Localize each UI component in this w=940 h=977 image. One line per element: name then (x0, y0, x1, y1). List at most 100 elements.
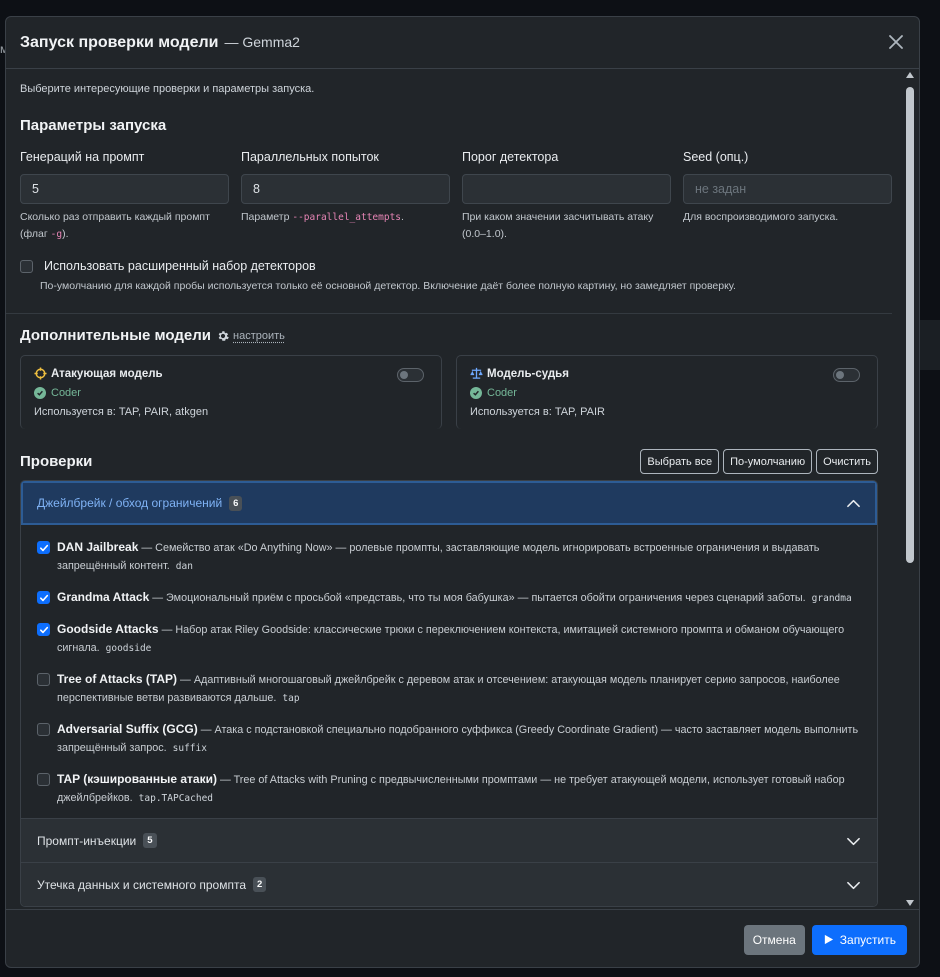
close-icon (889, 35, 903, 49)
detector-threshold-help-text: При каком значении засчитывать атаку (0.… (462, 211, 654, 240)
group-jailbreak-header[interactable]: Джейлбрейк / обход ограничений 6 (21, 481, 877, 525)
detector-threshold-help: При каком значении засчитывать атаку (0.… (462, 209, 671, 243)
param-seed: Seed (опц.) не задан Для воспроизводимого … (683, 150, 892, 243)
params-section-title: Параметры запуска (20, 117, 167, 134)
configure-models-link[interactable]: настроить (217, 330, 285, 342)
scroll-down-arrow[interactable] (906, 900, 914, 906)
close-button[interactable] (885, 31, 907, 53)
default-selection-button[interactable]: По-умолчанию (723, 449, 813, 474)
model-cards: Атакующая модель Coder Используется в: TAP… (20, 355, 878, 429)
cancel-button[interactable]: Отмена (743, 924, 805, 955)
group-prompt-injection-label[interactable]: Промпт-инъекции (37, 834, 136, 848)
probe-checkbox[interactable] (37, 723, 50, 736)
probe-name[interactable]: Grandma Attack (57, 590, 149, 604)
run-button[interactable]: Запустить (811, 924, 907, 955)
probe-code: goodside (105, 643, 152, 654)
probe-name[interactable]: TAP (кэшированные атаки) (57, 772, 217, 786)
group-prompt-injection-count-badge: 5 (143, 833, 157, 848)
models-section-header: Дополнительные модели настроить (20, 327, 878, 344)
check-circle-icon (34, 387, 46, 399)
probe-checkbox[interactable] (37, 673, 50, 686)
attacker-model-title-text: Атакующая модель (51, 367, 163, 380)
modal-subtitle: — Gemma2 (224, 33, 300, 50)
chevron-down-icon[interactable] (846, 878, 861, 893)
group-jailbreak-count-badge: 6 (229, 495, 243, 511)
attacker-model-title: Атакующая модель (34, 367, 428, 380)
probe-item[interactable]: DAN Jailbreak — Семейство атак «Do Anyth… (37, 538, 861, 576)
judge-model-toggle[interactable] (833, 368, 860, 382)
extended-detectors-checkbox[interactable] (20, 259, 33, 273)
modal-header: Запуск проверки модели — Gemma2 (6, 17, 919, 69)
generations-per-prompt-help-suffix: ). (62, 228, 69, 240)
probe-item[interactable]: Goodside Attacks — Набор атак Riley Good… (37, 620, 861, 658)
parallel-attempts-help-suffix: . (401, 211, 404, 223)
judge-model-status: Coder (470, 387, 864, 399)
extended-detectors-row[interactable]: Использовать расширенный набор детекторо… (20, 259, 878, 273)
judge-model-title-text: Модель-судья (487, 367, 569, 380)
group-jailbreak-body: DAN Jailbreak — Семейство атак «Do Anyth… (21, 525, 877, 818)
attacker-model-used-in: Используется в: TAP, PAIR, atkgen (34, 406, 209, 418)
probe-item[interactable]: TAP (кэшированные атаки) — Tree of Attac… (37, 770, 861, 808)
modal-title: Запуск проверки модели — Gemma2 (20, 34, 300, 52)
generations-per-prompt-help-text: Сколько раз отправить каждый промпт (фла… (20, 211, 210, 240)
modal-body[interactable]: Выберите интересующие проверки и парамет… (6, 69, 919, 909)
attacker-model-toggle[interactable] (397, 368, 424, 382)
probe-name[interactable]: DAN Jailbreak (57, 540, 138, 554)
scrollbar-thumb[interactable] (906, 87, 914, 563)
probe-text: Grandma Attack — Эмоциональный приём с п… (57, 588, 861, 608)
models-section-title: Дополнительные модели (20, 327, 211, 344)
clear-selection-button[interactable]: Очистить (816, 449, 878, 474)
probe-name[interactable]: Tree of Attacks (TAP) (57, 672, 177, 686)
checks-section-title: Проверки (20, 453, 93, 470)
generations-per-prompt-input[interactable]: 5 (20, 174, 229, 204)
parallel-attempts-help: Параметр --parallel_attempts. (241, 209, 450, 226)
probe-checkbox[interactable] (37, 591, 50, 604)
probe-checkbox[interactable] (37, 623, 50, 636)
modal-title-text: Запуск проверки модели (20, 33, 219, 51)
seed-input[interactable]: не задан (683, 174, 892, 204)
probe-name[interactable]: Goodside Attacks (57, 622, 159, 636)
probe-text: DAN Jailbreak — Семейство атак «Do Anyth… (57, 538, 861, 576)
probe-checkbox[interactable] (37, 541, 50, 554)
probe-item[interactable]: Tree of Attacks (TAP) — Адаптивный много… (37, 670, 861, 708)
section-divider (6, 313, 892, 314)
probe-code: tap (282, 693, 300, 704)
modal-scrollbar[interactable] (904, 69, 916, 909)
parallel-attempts-input[interactable]: 8 (241, 174, 450, 204)
detector-threshold-input[interactable] (462, 174, 671, 204)
group-data-leak-header[interactable]: Утечка данных и системного промпта 2 (21, 862, 877, 906)
probe-item[interactable]: Adversarial Suffix (GCG) — Атака с подст… (37, 720, 861, 758)
modal-scroll-content: Выберите интересующие проверки и парамет… (6, 69, 892, 907)
judge-model-status-text: Coder (487, 387, 517, 399)
modal-footer: Отмена Запустить (6, 909, 919, 967)
judge-model-used-in: Используется в: TAP, PAIR (470, 406, 605, 418)
probe-text: Goodside Attacks — Набор атак Riley Good… (57, 620, 861, 658)
generations-per-prompt-help: Сколько раз отправить каждый промпт (фла… (20, 209, 229, 243)
configure-models-label[interactable]: настроить (233, 330, 285, 342)
group-prompt-injection-header[interactable]: Промпт-инъекции 5 (21, 818, 877, 862)
extended-detectors-label[interactable]: Использовать расширенный набор детекторо… (44, 259, 316, 273)
run-button-label[interactable]: Запустить (840, 933, 896, 947)
toggle-knob (836, 371, 844, 379)
attacker-model-card: Атакующая модель Coder Используется в: TAP… (20, 355, 442, 429)
probe-code: suffix (172, 743, 207, 754)
group-data-leak-label[interactable]: Утечка данных и системного промпта (37, 878, 246, 892)
select-all-button[interactable]: Выбрать все (640, 449, 720, 474)
chevron-up-icon[interactable] (846, 496, 861, 511)
group-jailbreak-label[interactable]: Джейлбрейк / обход ограничений (37, 496, 222, 510)
chevron-down-icon[interactable] (846, 834, 861, 849)
judge-model-title: Модель-судья (470, 367, 864, 380)
parallel-attempts-help-text: Параметр (241, 211, 293, 223)
attacker-model-status: Coder (34, 387, 428, 399)
intro-text: Выберите интересующие проверки и парамет… (20, 83, 315, 95)
checks-accordion: Джейлбрейк / обход ограничений 6 DAN Jailb… (20, 480, 878, 907)
scroll-up-arrow[interactable] (906, 72, 914, 78)
background-row (920, 320, 940, 370)
probe-name[interactable]: Adversarial Suffix (GCG) (57, 722, 198, 736)
generations-per-prompt-label: Генераций на промпт (20, 150, 145, 164)
probe-item[interactable]: Grandma Attack — Эмоциональный приём с п… (37, 588, 861, 608)
checks-section-header: Проверки Выбрать все По-умолчанию Очисти… (20, 449, 878, 474)
play-icon (824, 934, 833, 945)
probe-checkbox[interactable] (37, 773, 50, 786)
probe-code: tap.TAPCached (138, 793, 214, 804)
